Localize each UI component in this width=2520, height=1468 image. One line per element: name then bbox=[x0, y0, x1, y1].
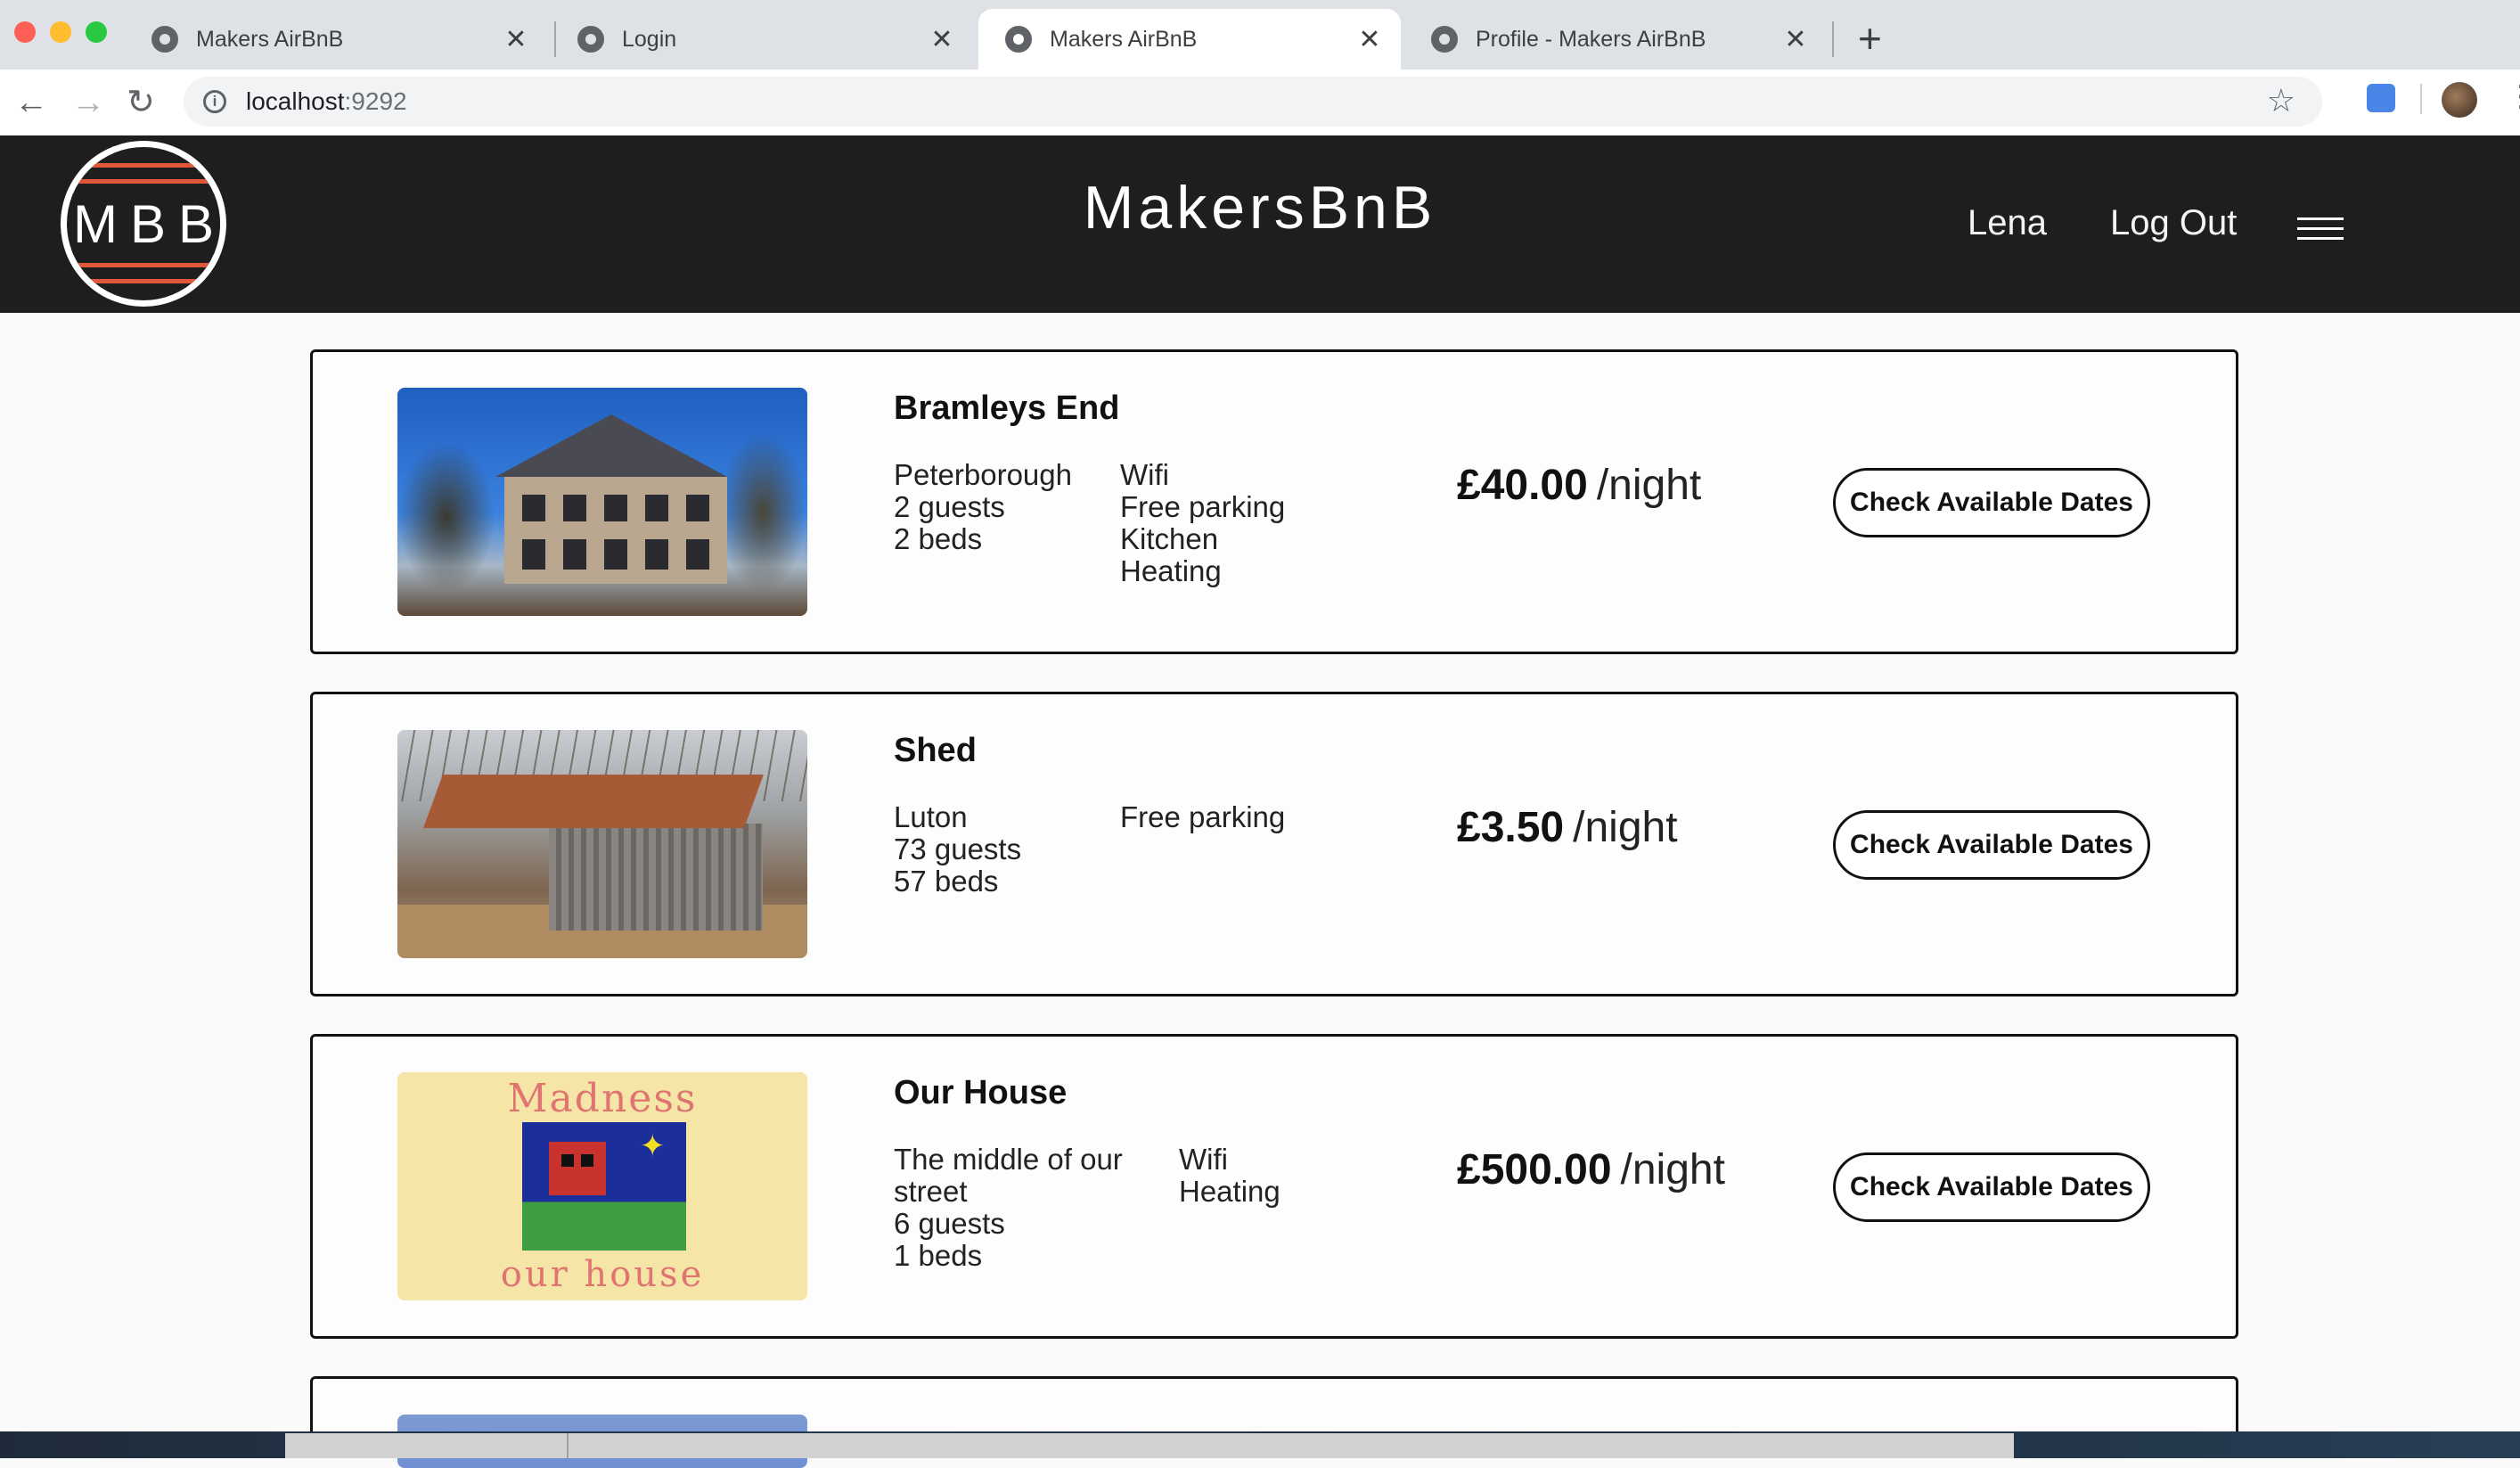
listing-guests: 6 guests bbox=[894, 1207, 1005, 1240]
amenity-item: Free parking bbox=[1120, 490, 1286, 523]
dock-separator bbox=[567, 1433, 569, 1458]
close-window-button[interactable] bbox=[14, 21, 36, 43]
browser-tab-login[interactable]: Login ✕ bbox=[551, 9, 973, 70]
tab-title: Makers AirBnB bbox=[1050, 26, 1198, 52]
browser-tab-makers-airbnb-1[interactable]: Makers AirBnB ✕ bbox=[125, 9, 547, 70]
user-profile-link[interactable]: Lena bbox=[1968, 203, 2047, 243]
tab-title: Login bbox=[622, 26, 677, 52]
profile-avatar[interactable] bbox=[2442, 82, 2477, 118]
listing-price: £40.00/night bbox=[1457, 461, 1701, 510]
close-tab-icon[interactable]: ✕ bbox=[503, 24, 529, 55]
listing-price: £500.00/night bbox=[1457, 1145, 1725, 1194]
address-bar[interactable]: i localhost:9292 ☆ bbox=[184, 77, 2322, 127]
site-header: MBB MakersBnB Lena Log Out bbox=[0, 135, 2520, 313]
new-tab-icon[interactable]: + bbox=[1858, 16, 1882, 61]
listing-guests: 73 guests bbox=[894, 832, 1022, 865]
listing-name: Bramleys End bbox=[894, 390, 1120, 427]
globe-icon bbox=[1431, 26, 1458, 53]
listing-details: Peterborough 2 guests 2 beds bbox=[894, 459, 1117, 555]
house-photo bbox=[397, 388, 807, 616]
listing-beds: 2 beds bbox=[894, 522, 983, 555]
album-cover-photo: Madness ✦ our house bbox=[397, 1072, 807, 1300]
tab-separator bbox=[1832, 21, 1834, 57]
tab-title: Profile - Makers AirBnB bbox=[1476, 26, 1706, 52]
browser-toolbar: ← → ↻ i localhost:9292 ☆ bbox=[0, 70, 2520, 136]
info-icon[interactable]: i bbox=[203, 90, 226, 113]
forward-arrow-icon[interactable]: → bbox=[71, 80, 105, 125]
amenity-item: Free parking bbox=[1120, 800, 1286, 833]
price-unit: /night bbox=[1596, 462, 1702, 509]
listing-beds: 1 beds bbox=[894, 1239, 983, 1272]
browser-tab-makers-airbnb-active[interactable]: Makers AirBnB ✕ bbox=[978, 9, 1401, 70]
more-icon[interactable]: ⋮ bbox=[2506, 78, 2520, 114]
tab-title: Makers AirBnB bbox=[196, 26, 344, 52]
reload-icon[interactable]: ↻ bbox=[127, 80, 155, 125]
amenity-item: Wifi bbox=[1120, 458, 1169, 491]
globe-icon bbox=[1005, 26, 1032, 53]
listing-details: The middle of our street 6 guests 1 beds bbox=[894, 1144, 1161, 1272]
close-tab-icon[interactable]: ✕ bbox=[1782, 24, 1809, 55]
check-available-dates-button[interactable]: Check Available Dates bbox=[1833, 810, 2150, 880]
check-available-dates-button[interactable]: Check Available Dates bbox=[1833, 1152, 2150, 1222]
toolbar-divider bbox=[2420, 84, 2422, 114]
listing-card: Madness ✦ our house Our House The middle… bbox=[310, 1034, 2238, 1339]
listing-price: £3.50/night bbox=[1457, 803, 1678, 852]
listing-card: Bramleys End Peterborough 2 guests 2 bed… bbox=[310, 349, 2238, 654]
extension-icon[interactable] bbox=[2367, 84, 2395, 112]
star-icon[interactable]: ☆ bbox=[2267, 82, 2295, 119]
amenity-item: Kitchen bbox=[1120, 522, 1219, 555]
listing-guests: 2 guests bbox=[894, 490, 1005, 523]
price-amount: £3.50 bbox=[1457, 804, 1565, 851]
url-text: localhost:9292 bbox=[246, 87, 407, 116]
amenity-item: Heating bbox=[1179, 1175, 1280, 1208]
price-unit: /night bbox=[1573, 804, 1678, 851]
globe-icon bbox=[577, 26, 604, 53]
minimize-window-button[interactable] bbox=[50, 21, 71, 43]
listing-location-cont: street bbox=[894, 1175, 968, 1208]
amenity-item: Wifi bbox=[1179, 1143, 1228, 1176]
listing-amenities: Wifi Free parking Kitchen Heating bbox=[1120, 459, 1285, 587]
listing-card: Shed Luton 73 guests 57 beds Free parkin… bbox=[310, 692, 2238, 996]
browser-tab-profile[interactable]: Profile - Makers AirBnB ✕ bbox=[1404, 9, 1827, 70]
back-arrow-icon[interactable]: ← bbox=[14, 80, 48, 125]
star-icon: ✦ bbox=[640, 1129, 666, 1163]
listing-location: Luton bbox=[894, 800, 968, 833]
hamburger-menu-icon[interactable] bbox=[2297, 217, 2344, 241]
listing-name: Our House bbox=[894, 1074, 1068, 1111]
url-port: :9292 bbox=[344, 87, 407, 115]
listing-location: The middle of our bbox=[894, 1143, 1123, 1176]
amenity-item: Heating bbox=[1120, 554, 1222, 587]
listing-amenities: Wifi Heating bbox=[1179, 1144, 1280, 1208]
globe-icon bbox=[151, 26, 178, 53]
listing-beds: 57 beds bbox=[894, 865, 999, 898]
album-cover-subtitle: our house bbox=[500, 1254, 705, 1295]
dock-bar bbox=[285, 1433, 2014, 1458]
price-unit: /night bbox=[1620, 1146, 1725, 1193]
close-tab-icon[interactable]: ✕ bbox=[1356, 24, 1383, 55]
listing-name: Shed bbox=[894, 732, 977, 769]
album-cover-art: ✦ bbox=[522, 1122, 686, 1251]
listing-amenities: Free parking bbox=[1120, 801, 1285, 833]
price-amount: £40.00 bbox=[1457, 462, 1588, 509]
listing-location: Peterborough bbox=[894, 458, 1072, 491]
shed-photo bbox=[397, 730, 807, 958]
price-amount: £500.00 bbox=[1457, 1146, 1612, 1193]
zoom-window-button[interactable] bbox=[86, 21, 107, 43]
check-available-dates-button[interactable]: Check Available Dates bbox=[1833, 468, 2150, 537]
close-tab-icon[interactable]: ✕ bbox=[929, 24, 955, 55]
url-host: localhost bbox=[246, 87, 345, 115]
logout-link[interactable]: Log Out bbox=[2110, 203, 2237, 243]
album-cover-title: Madness bbox=[507, 1076, 698, 1121]
browser-tab-strip: Makers AirBnB ✕ Login ✕ Makers AirBnB ✕ … bbox=[0, 0, 2520, 70]
listing-details: Luton 73 guests 57 beds bbox=[894, 801, 1117, 898]
